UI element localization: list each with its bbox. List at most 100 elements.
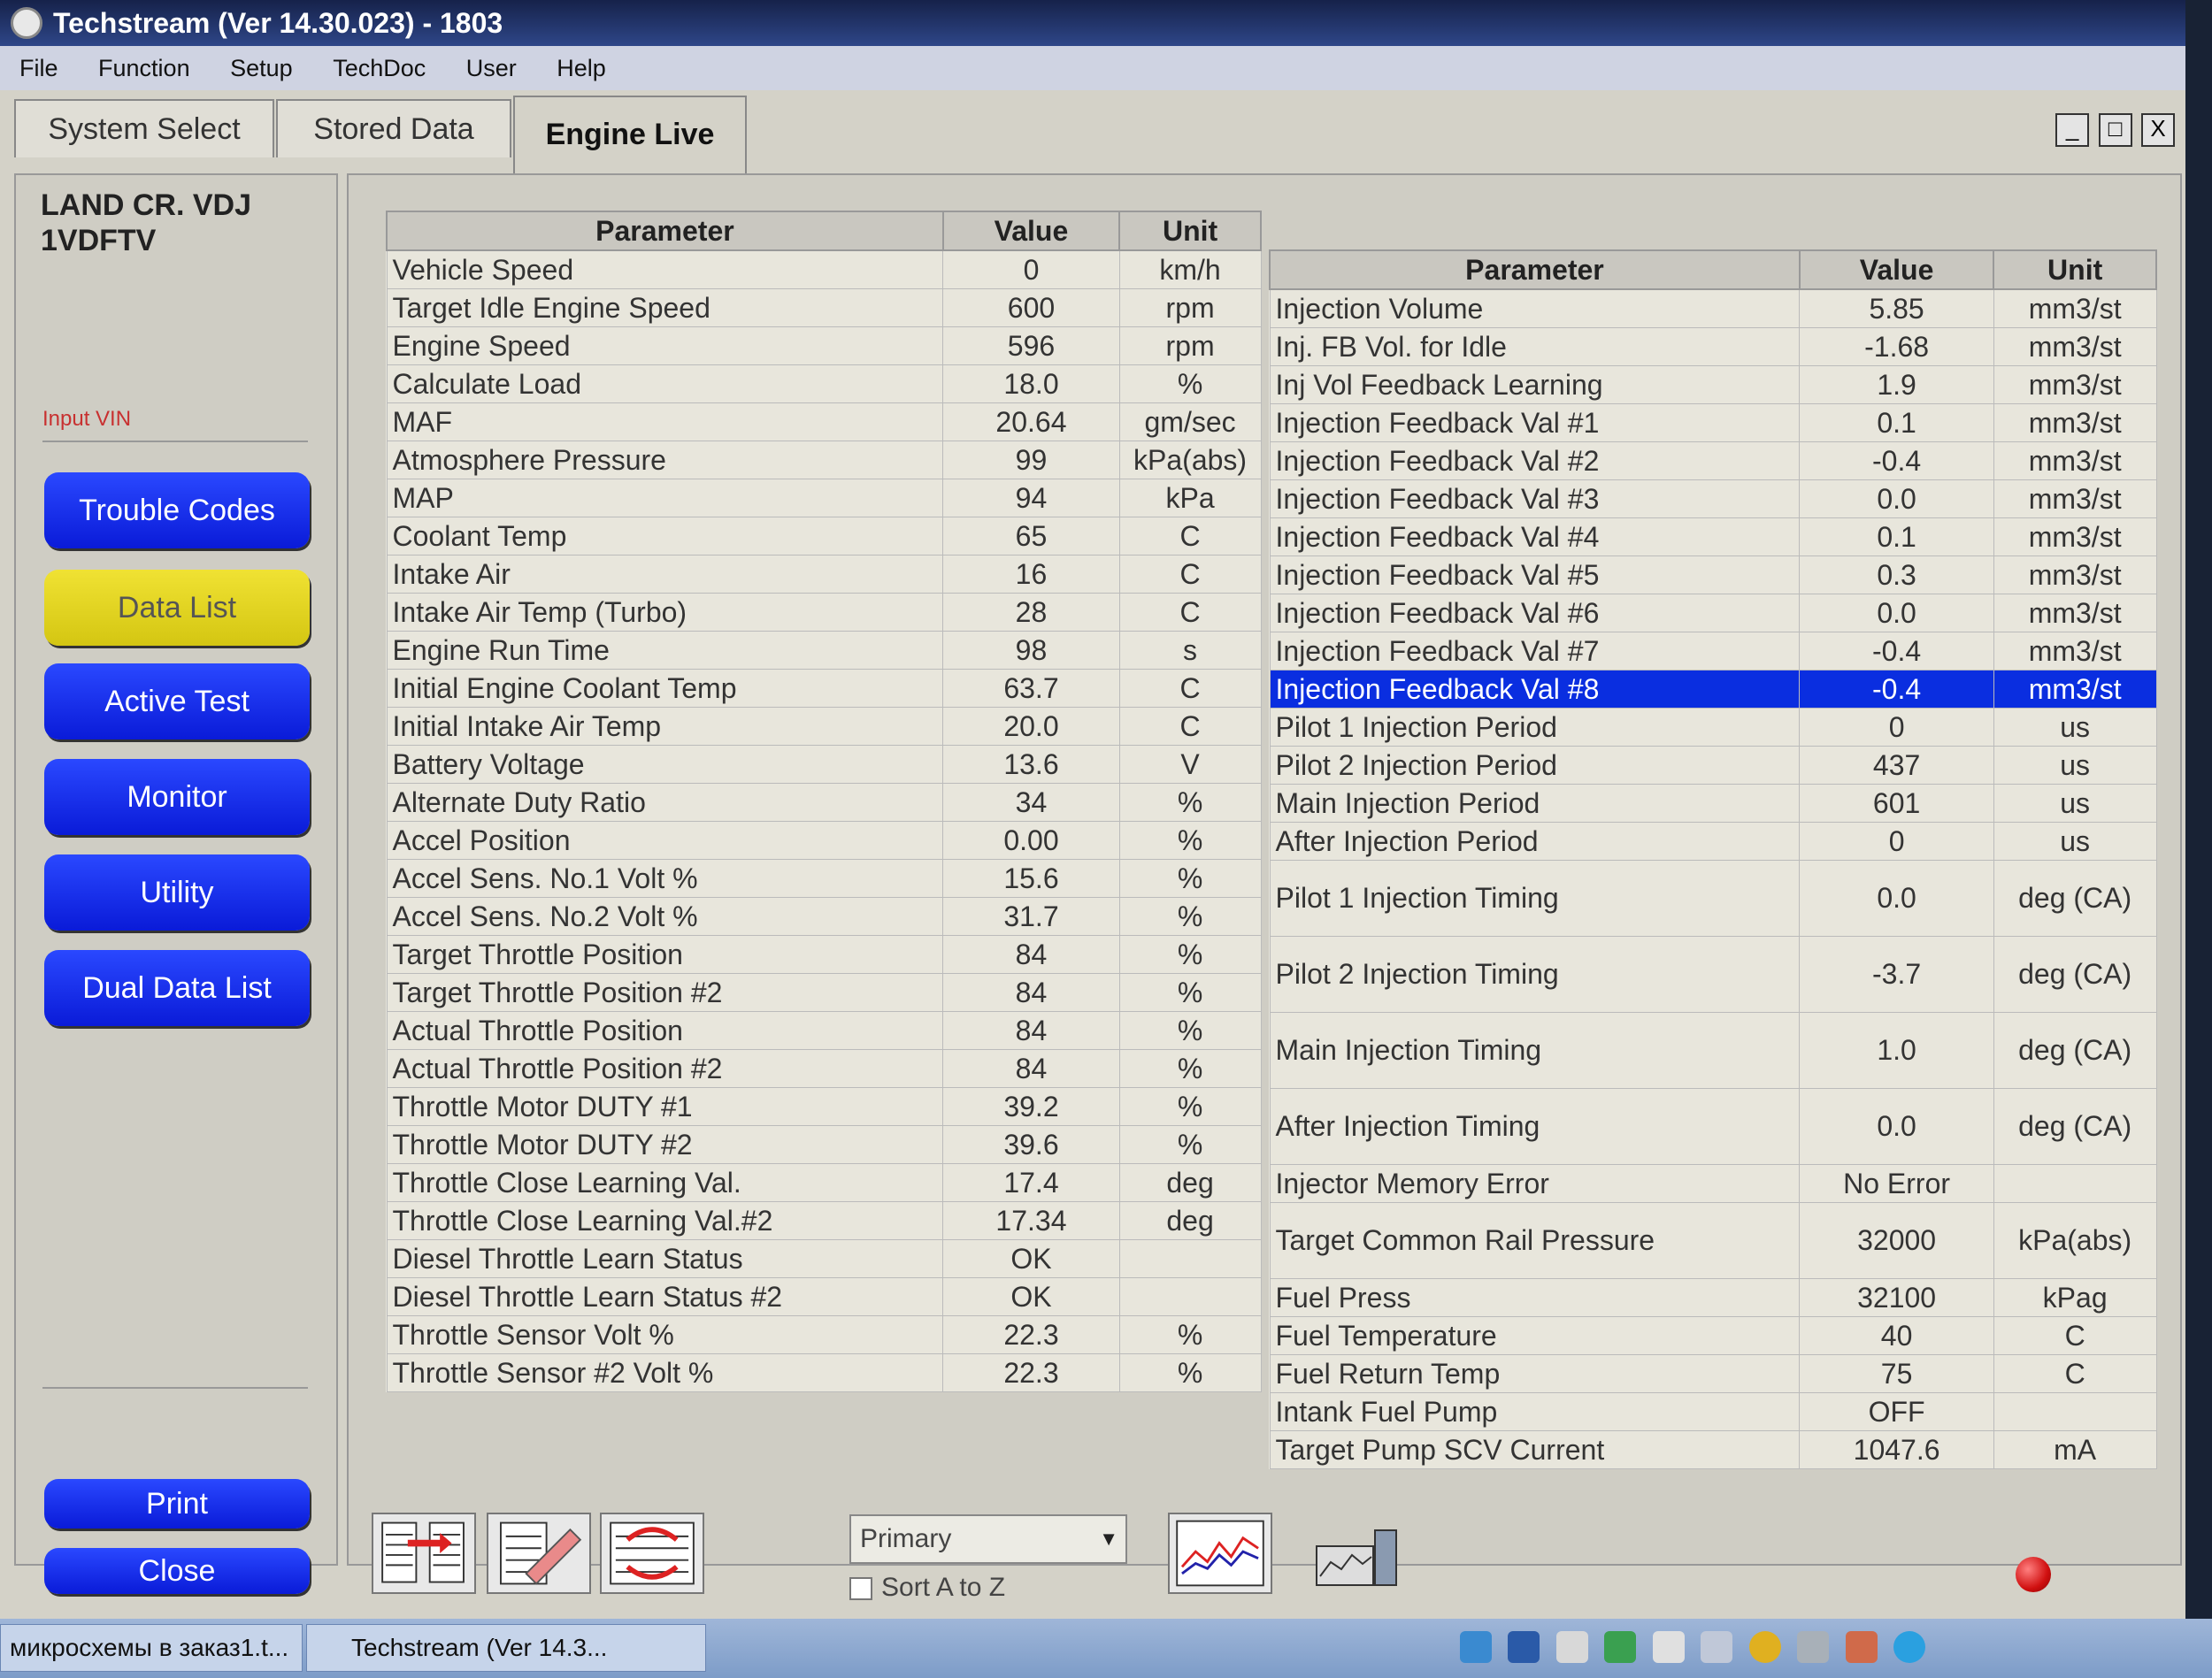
car-icon[interactable] xyxy=(1797,1631,1830,1663)
table-row[interactable]: Inj Vol Feedback Learning 1.9 mm3/st xyxy=(1269,365,2157,404)
table-row[interactable]: Injection Feedback Val #1 0.1 mm3/st xyxy=(1269,403,2157,442)
table-row[interactable]: Throttle Sensor Volt % 22.3% xyxy=(386,1315,1262,1354)
trouble-codes-button[interactable]: Trouble Codes xyxy=(44,472,310,548)
chevron-down-icon[interactable]: ▼ xyxy=(1099,1516,1118,1562)
table-row[interactable]: Main Injection Period 601 us xyxy=(1269,784,2157,823)
table-row[interactable]: Intake Air Temp (Turbo) 28 C xyxy=(386,593,1262,632)
table-row[interactable]: Target Pump SCV Current 1047.6 mA xyxy=(1269,1430,2157,1469)
table-row[interactable]: Injector Memory Error No Error xyxy=(1269,1164,2157,1203)
table-row[interactable]: Throttle Close Learning Val. 17.4 deg xyxy=(386,1163,1262,1202)
table-row[interactable]: Accel Sens. No.2 Volt % 31.7% xyxy=(386,897,1262,936)
table-row[interactable]: Fuel Press 32100 kPag xyxy=(1269,1278,2157,1317)
table-row[interactable]: Main Injection Timing 1.0 deg (CA) xyxy=(1269,1012,2157,1089)
table-row[interactable]: Throttle Close Learning Val.#2 17.34 deg xyxy=(386,1201,1262,1240)
table-row[interactable]: Initial Intake Air Temp 20.0 C xyxy=(386,707,1262,746)
print-button[interactable]: Print xyxy=(44,1479,310,1529)
telegram-icon[interactable] xyxy=(1893,1631,1926,1663)
table-row[interactable]: Engine Run Time 98 s xyxy=(386,631,1262,670)
table-row[interactable]: Diesel Throttle Learn Status #2 OK xyxy=(386,1277,1262,1316)
menu-setup[interactable]: Setup xyxy=(230,55,293,81)
table-row[interactable]: Coolant Temp 65 C xyxy=(386,517,1262,556)
table-row[interactable]: Throttle Motor DUTY #1 39.2% xyxy=(386,1087,1262,1126)
chrome-icon[interactable] xyxy=(1748,1631,1781,1663)
ie-icon[interactable] xyxy=(1460,1631,1492,1663)
table-row[interactable]: Injection Feedback Val #5 0.3 mm3/st xyxy=(1269,556,2157,594)
table-row[interactable]: Vehicle Speed 0 km/h xyxy=(386,249,1262,289)
table-row[interactable]: Intake Air 16 C xyxy=(386,555,1262,594)
menu-function[interactable]: Function xyxy=(98,55,190,81)
parameter-header[interactable]: Parameter xyxy=(386,211,944,251)
table-row[interactable]: Injection Feedback Val #2 -0.4 mm3/st xyxy=(1269,441,2157,480)
table-row[interactable]: Atmosphere Pressure 99 kPa(abs) xyxy=(386,441,1262,479)
search-tray-icon[interactable] xyxy=(1701,1631,1733,1663)
parameter-header[interactable]: Parameter xyxy=(1269,249,1801,290)
table-row[interactable]: Battery Voltage 13.6 V xyxy=(386,745,1262,784)
menu-file[interactable]: File xyxy=(19,55,58,81)
table-row[interactable]: Accel Position 0.00% xyxy=(386,821,1262,860)
maximize-icon[interactable]: □ xyxy=(2098,113,2132,147)
table-row[interactable]: Pilot 2 Injection Timing -3.7 deg (CA) xyxy=(1269,936,2157,1013)
active-test-button[interactable]: Active Test xyxy=(44,663,310,739)
close-icon[interactable]: X xyxy=(2141,113,2175,147)
table-row[interactable]: Actual Throttle Position 84% xyxy=(386,1011,1262,1050)
table-row[interactable]: Target Idle Engine Speed 600 rpm xyxy=(386,288,1262,327)
refresh-list-icon[interactable] xyxy=(600,1513,704,1594)
table-row[interactable]: Pilot 1 Injection Period 0 us xyxy=(1269,708,2157,747)
refresh-tray-icon[interactable] xyxy=(1604,1631,1637,1663)
minimize-icon[interactable]: _ xyxy=(2055,113,2090,147)
utility-button[interactable]: Utility xyxy=(44,854,310,931)
snapshot-icon[interactable] xyxy=(1308,1513,1412,1594)
input-vin-link[interactable]: Input VIN xyxy=(42,407,131,432)
table-row[interactable]: Injection Feedback Val #8 -0.4 mm3/st xyxy=(1269,670,2157,709)
table-row[interactable]: Fuel Return Temp 75 C xyxy=(1269,1354,2157,1393)
data-list-button[interactable]: Data List xyxy=(44,570,310,646)
table-row[interactable]: Target Throttle Position 84% xyxy=(386,935,1262,974)
table-row[interactable]: Throttle Motor DUTY #2 39.6% xyxy=(386,1125,1262,1164)
table-row[interactable]: Injection Volume 5.85 mm3/st xyxy=(1269,288,2157,328)
tab-stored-data[interactable]: Stored Data xyxy=(276,99,511,157)
select-parameters-icon[interactable] xyxy=(372,1513,476,1594)
tab-system-select[interactable]: System Select xyxy=(14,99,274,157)
unit-header[interactable]: Unit xyxy=(1993,249,2157,290)
table-row[interactable]: Inj. FB Vol. for Idle -1.68 mm3/st xyxy=(1269,327,2157,366)
unit-header[interactable]: Unit xyxy=(1118,211,1262,251)
table-row[interactable]: MAF 20.64 gm/sec xyxy=(386,402,1262,441)
menu-techdoc[interactable]: TechDoc xyxy=(333,55,426,81)
sort-a-to-z-checkbox[interactable]: Sort A to Z xyxy=(849,1573,1005,1603)
edit-list-icon[interactable] xyxy=(487,1513,591,1594)
table-row[interactable]: Calculate Load 18.0% xyxy=(386,364,1262,403)
table-row[interactable]: After Injection Period 0 us xyxy=(1269,822,2157,861)
menu-user[interactable]: User xyxy=(466,55,517,81)
table-row[interactable]: Engine Speed 596 rpm xyxy=(386,326,1262,365)
table-row[interactable]: Pilot 2 Injection Period 437 us xyxy=(1269,746,2157,785)
table-row[interactable]: Pilot 1 Injection Timing 0.0 deg (CA) xyxy=(1269,860,2157,937)
menu-help[interactable]: Help xyxy=(557,55,606,81)
table-row[interactable]: Injection Feedback Val #7 -0.4 mm3/st xyxy=(1269,632,2157,670)
table-row[interactable]: After Injection Timing 0.0 deg (CA) xyxy=(1269,1088,2157,1165)
table-row[interactable]: Injection Feedback Val #3 0.0 mm3/st xyxy=(1269,479,2157,518)
checkbox-icon[interactable] xyxy=(849,1577,872,1601)
table-row[interactable]: Injection Feedback Val #6 0.0 mm3/st xyxy=(1269,594,2157,632)
monitor-button[interactable]: Monitor xyxy=(44,759,310,835)
table-row[interactable]: MAP 94 kPa xyxy=(386,479,1262,517)
table-row[interactable]: Intank Fuel Pump OFF xyxy=(1269,1392,2157,1431)
table-row[interactable]: Throttle Sensor #2 Volt % 22.3% xyxy=(386,1353,1262,1392)
table-row[interactable]: Target Common Rail Pressure 32000 kPa(abs) xyxy=(1269,1202,2157,1279)
taskbar-item-notepad[interactable]: микросхемы в заказ1.t... xyxy=(0,1624,303,1672)
value-header[interactable]: Value xyxy=(941,211,1121,251)
tab-engine-live[interactable]: Engine Live xyxy=(513,96,747,179)
table-row[interactable]: Injection Feedback Val #4 0.1 mm3/st xyxy=(1269,517,2157,556)
table-row[interactable]: Fuel Temperature 40 C xyxy=(1269,1316,2157,1355)
network-icon[interactable] xyxy=(1508,1631,1540,1663)
window-icon[interactable] xyxy=(1555,1631,1588,1663)
record-indicator-icon[interactable] xyxy=(2016,1557,2051,1592)
edit-tray-icon[interactable] xyxy=(1652,1631,1685,1663)
graph-icon[interactable] xyxy=(1168,1513,1272,1594)
close-button[interactable]: Close xyxy=(44,1548,310,1594)
table-row[interactable]: Target Throttle Position #2 84% xyxy=(386,973,1262,1012)
taskbar-item-techstream[interactable]: Techstream (Ver 14.3... xyxy=(306,1624,706,1672)
table-row[interactable]: Accel Sens. No.1 Volt % 15.6% xyxy=(386,859,1262,898)
app-tray-icon[interactable] xyxy=(1845,1631,1878,1663)
table-row[interactable]: Actual Throttle Position #2 84% xyxy=(386,1049,1262,1088)
table-row[interactable]: Initial Engine Coolant Temp 63.7 C xyxy=(386,669,1262,708)
